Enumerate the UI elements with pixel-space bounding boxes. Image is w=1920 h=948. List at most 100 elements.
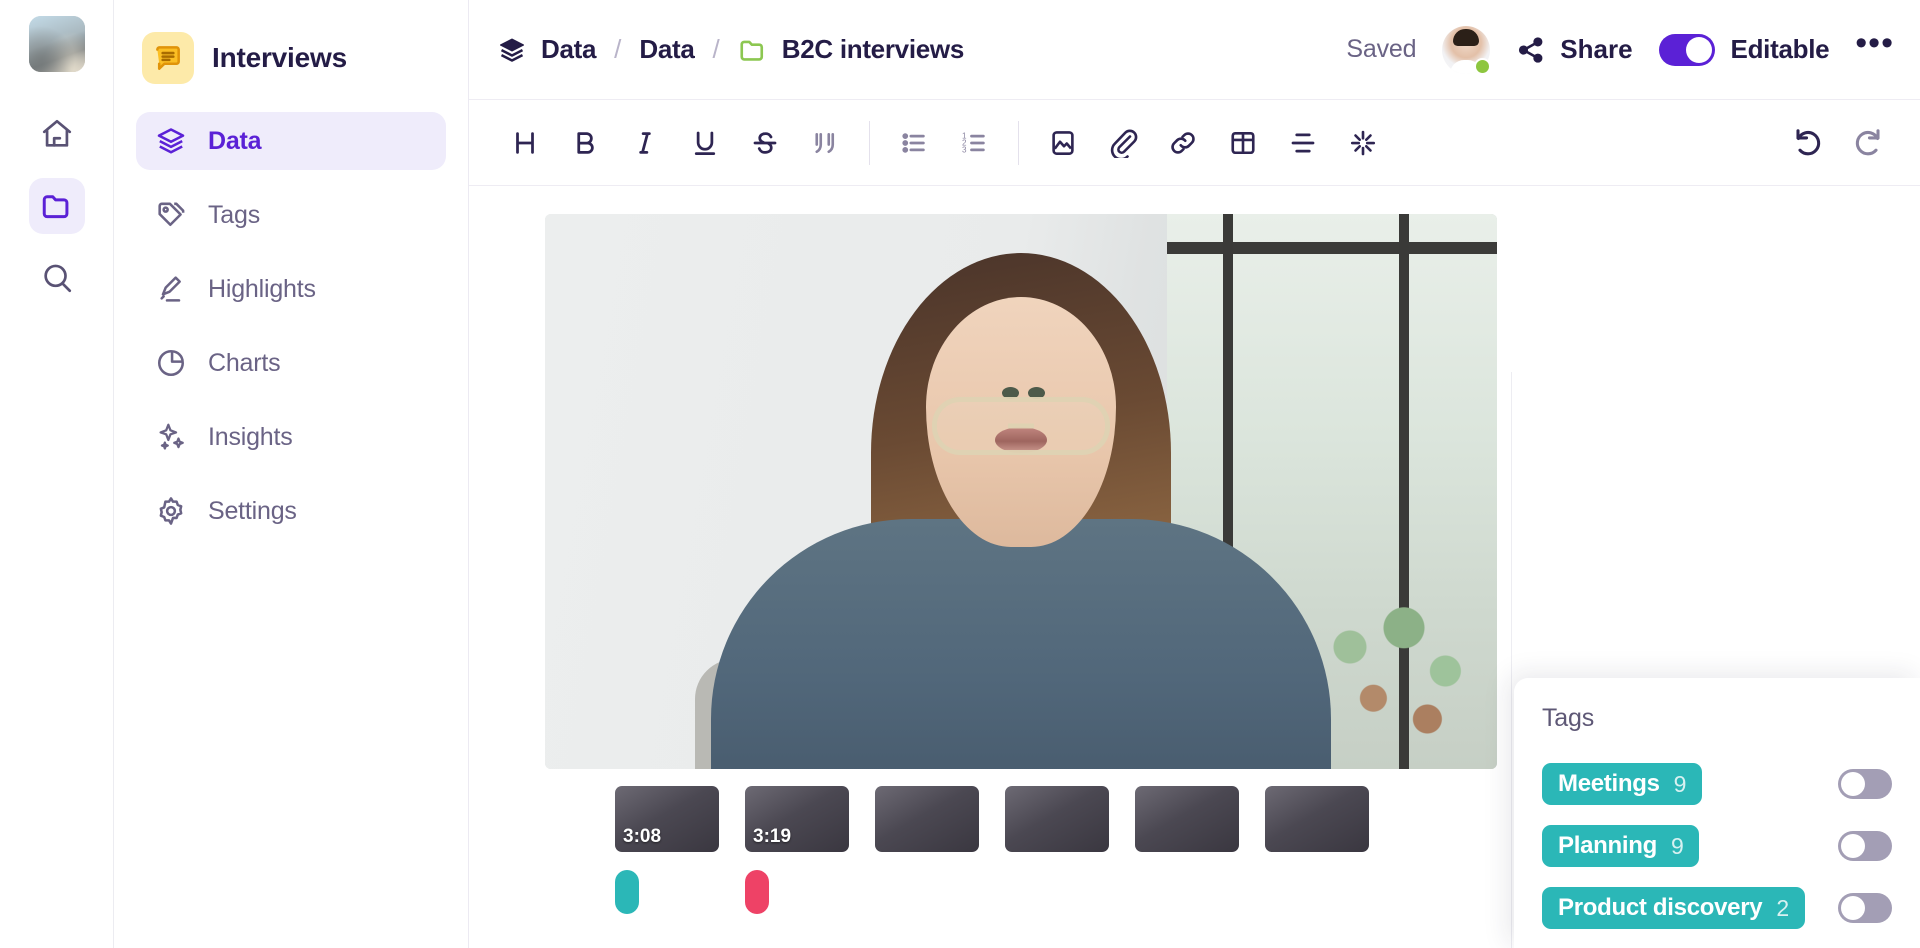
sidebar-item-insights[interactable]: Insights <box>136 408 446 466</box>
thumbnail-timestamp: 3:08 <box>623 826 662 847</box>
tags-panel-title: Tags <box>1542 704 1595 732</box>
filmstrip-item: 3:08 <box>615 786 719 936</box>
tag-chip-meetings[interactable]: Meetings 9 <box>1542 763 1703 805</box>
gear-icon <box>154 494 188 528</box>
divider-button[interactable] <box>1273 113 1333 173</box>
save-status: Saved <box>1346 35 1417 63</box>
filmstrip-item <box>1135 786 1239 936</box>
video-thumbnail[interactable] <box>875 786 979 852</box>
tag-count: 9 <box>1673 770 1687 797</box>
breadcrumb-separator: / <box>614 34 622 64</box>
editable-switch[interactable] <box>1658 33 1715 66</box>
tags-panel: Tags Meetings 9 Planning 9 Product disco… <box>1514 678 1920 948</box>
bold-button[interactable] <box>555 113 615 173</box>
sidebar-item-label: Insights <box>208 422 293 451</box>
breadcrumb-separator: / <box>712 34 720 64</box>
video-thumbnail[interactable] <box>1135 786 1239 852</box>
rail-item-search[interactable] <box>29 250 85 306</box>
switch-knob <box>1841 834 1865 858</box>
sidebar-item-charts[interactable]: Charts <box>136 334 446 392</box>
sidebar-nav-list: Data Tags Highlights Charts Insights Set… <box>136 112 446 540</box>
toolbar-divider <box>869 120 870 165</box>
app-root: Interviews Data Tags Highlights Charts I… <box>0 0 1920 948</box>
sidebar: Interviews Data Tags Highlights Charts I… <box>114 0 469 948</box>
avatar[interactable] <box>1442 25 1492 75</box>
switch-knob <box>1841 896 1865 920</box>
tag-toggle-product-discovery[interactable] <box>1838 893 1892 923</box>
redo-button[interactable] <box>1838 113 1898 173</box>
undo-button[interactable] <box>1778 113 1838 173</box>
main-area: Data / Data / B2C interviews Saved Share… <box>469 0 1920 948</box>
tag-marker[interactable] <box>745 870 769 914</box>
breadcrumb-item-b2c-interviews[interactable]: B2C interviews <box>738 34 964 65</box>
rail-item-projects[interactable] <box>28 178 85 234</box>
bulleted-list-button[interactable] <box>884 113 944 173</box>
layers-icon <box>154 124 188 158</box>
toolbar-divider <box>1018 120 1019 165</box>
switch-knob <box>1841 772 1865 796</box>
video-thumbnail[interactable] <box>1265 786 1369 852</box>
tag-toggle-planning[interactable] <box>1838 831 1892 861</box>
video-frame <box>545 214 1497 769</box>
blockquote-button[interactable] <box>795 113 855 173</box>
more-options-button[interactable]: ••• <box>1855 26 1894 63</box>
video-thumbnail[interactable]: 3:19 <box>745 786 849 852</box>
tag-toggle-meetings[interactable] <box>1838 769 1892 799</box>
tag-row: Meetings 9 <box>1526 753 1908 815</box>
pie-chart-icon <box>154 346 188 380</box>
folder-icon <box>40 189 74 223</box>
window-frame-bar <box>1167 242 1497 254</box>
heading-button[interactable] <box>495 113 555 173</box>
plants <box>1305 599 1485 759</box>
tag-chip-product-discovery[interactable]: Product discovery 2 <box>1542 887 1805 929</box>
editable-toggle[interactable]: Editable <box>1658 33 1830 66</box>
sidebar-title: Interviews <box>212 42 347 73</box>
video-thumbnail[interactable]: 3:08 <box>615 786 719 852</box>
workspace-avatar[interactable] <box>28 16 85 72</box>
switch-knob <box>1685 36 1712 63</box>
sidebar-item-label: Charts <box>208 348 281 377</box>
topbar-actions: Saved Share Editable ••• <box>1346 25 1894 75</box>
video-thumbnail[interactable] <box>1005 786 1109 852</box>
tag-row: Focus time 6 <box>1526 939 1908 948</box>
breadcrumb-label: B2C interviews <box>781 34 965 64</box>
sidebar-header: Interviews <box>136 18 446 90</box>
sidebar-item-label: Settings <box>208 496 297 525</box>
numbered-list-button[interactable]: 123 <box>944 113 1004 173</box>
svg-text:3: 3 <box>962 145 967 154</box>
folder-icon <box>738 35 768 65</box>
breadcrumb-item-data[interactable]: Data <box>639 34 694 65</box>
underline-button[interactable] <box>675 113 735 173</box>
share-icon <box>1516 35 1546 65</box>
breadcrumb: Data / Data / B2C interviews <box>497 34 964 65</box>
ai-assist-icon[interactable] <box>1333 113 1393 173</box>
tag-chip-planning[interactable]: Planning 9 <box>1542 825 1700 867</box>
rail-item-home[interactable] <box>29 106 85 162</box>
strikethrough-button[interactable] <box>735 113 795 173</box>
tag-marker[interactable] <box>615 870 639 914</box>
filmstrip-item: 3:19 <box>745 786 849 936</box>
sidebar-item-label: Data <box>208 126 262 155</box>
sidebar-item-tags[interactable]: Tags <box>136 186 446 244</box>
video-player[interactable] <box>545 214 1497 769</box>
breadcrumb-item-data-root[interactable]: Data <box>497 34 596 65</box>
sidebar-item-highlights[interactable]: Highlights <box>136 260 446 318</box>
sidebar-item-data[interactable]: Data <box>136 112 446 170</box>
share-button[interactable]: Share <box>1516 34 1633 65</box>
online-status-dot <box>1474 57 1492 75</box>
tag-count: 9 <box>1670 832 1684 859</box>
thumbnail-timestamp: 3:19 <box>753 826 792 847</box>
italic-button[interactable] <box>615 113 675 173</box>
sidebar-item-label: Tags <box>208 200 261 229</box>
share-label: Share <box>1560 34 1633 64</box>
table-button[interactable] <box>1213 113 1273 173</box>
sidebar-item-settings[interactable]: Settings <box>136 482 446 540</box>
link-button[interactable] <box>1153 113 1213 173</box>
attachment-button[interactable] <box>1093 113 1153 173</box>
editor-toolbar: 123 <box>469 100 1920 186</box>
panel-divider <box>1511 372 1512 948</box>
filmstrip-item <box>875 786 979 936</box>
tag-count: 2 <box>1776 894 1789 921</box>
image-button[interactable] <box>1033 113 1093 173</box>
tag-label: Planning <box>1558 832 1657 859</box>
